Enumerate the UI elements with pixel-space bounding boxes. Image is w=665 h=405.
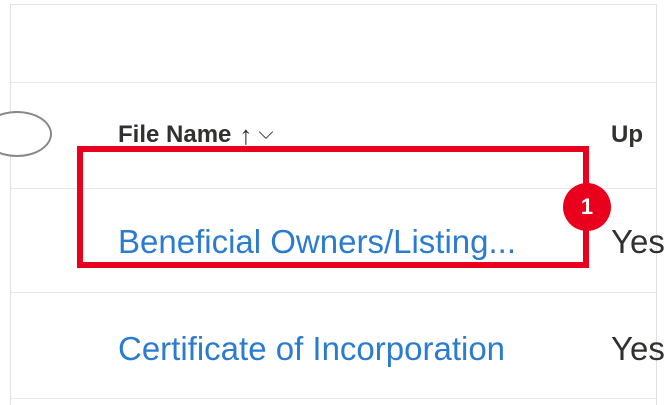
file-list-view: File Name ↑ ⌵ Up Beneficial Owners/Listi… xyxy=(0,0,665,405)
column-header-label: Up xyxy=(611,121,643,148)
chevron-down-icon[interactable]: ⌵ xyxy=(258,122,273,145)
upload-status: Yes xyxy=(611,223,665,260)
file-link[interactable]: Certificate of Incorporation xyxy=(118,330,505,368)
select-all-checkbox[interactable] xyxy=(0,111,52,157)
command-bar xyxy=(11,5,656,82)
header-divider xyxy=(11,82,656,83)
row-divider xyxy=(11,292,656,293)
column-header-upload[interactable]: Up xyxy=(611,112,643,158)
column-header-file-name[interactable]: File Name ↑ ⌵ xyxy=(118,112,274,158)
upload-status: Yes xyxy=(611,330,665,367)
row-divider xyxy=(11,188,656,189)
sort-ascending-icon: ↑ xyxy=(239,119,253,150)
column-header-label: File Name xyxy=(118,121,232,148)
file-link[interactable]: Beneficial Owners/Listing... xyxy=(118,223,516,261)
step-badge: 1 xyxy=(563,183,611,231)
row-divider xyxy=(11,398,656,399)
